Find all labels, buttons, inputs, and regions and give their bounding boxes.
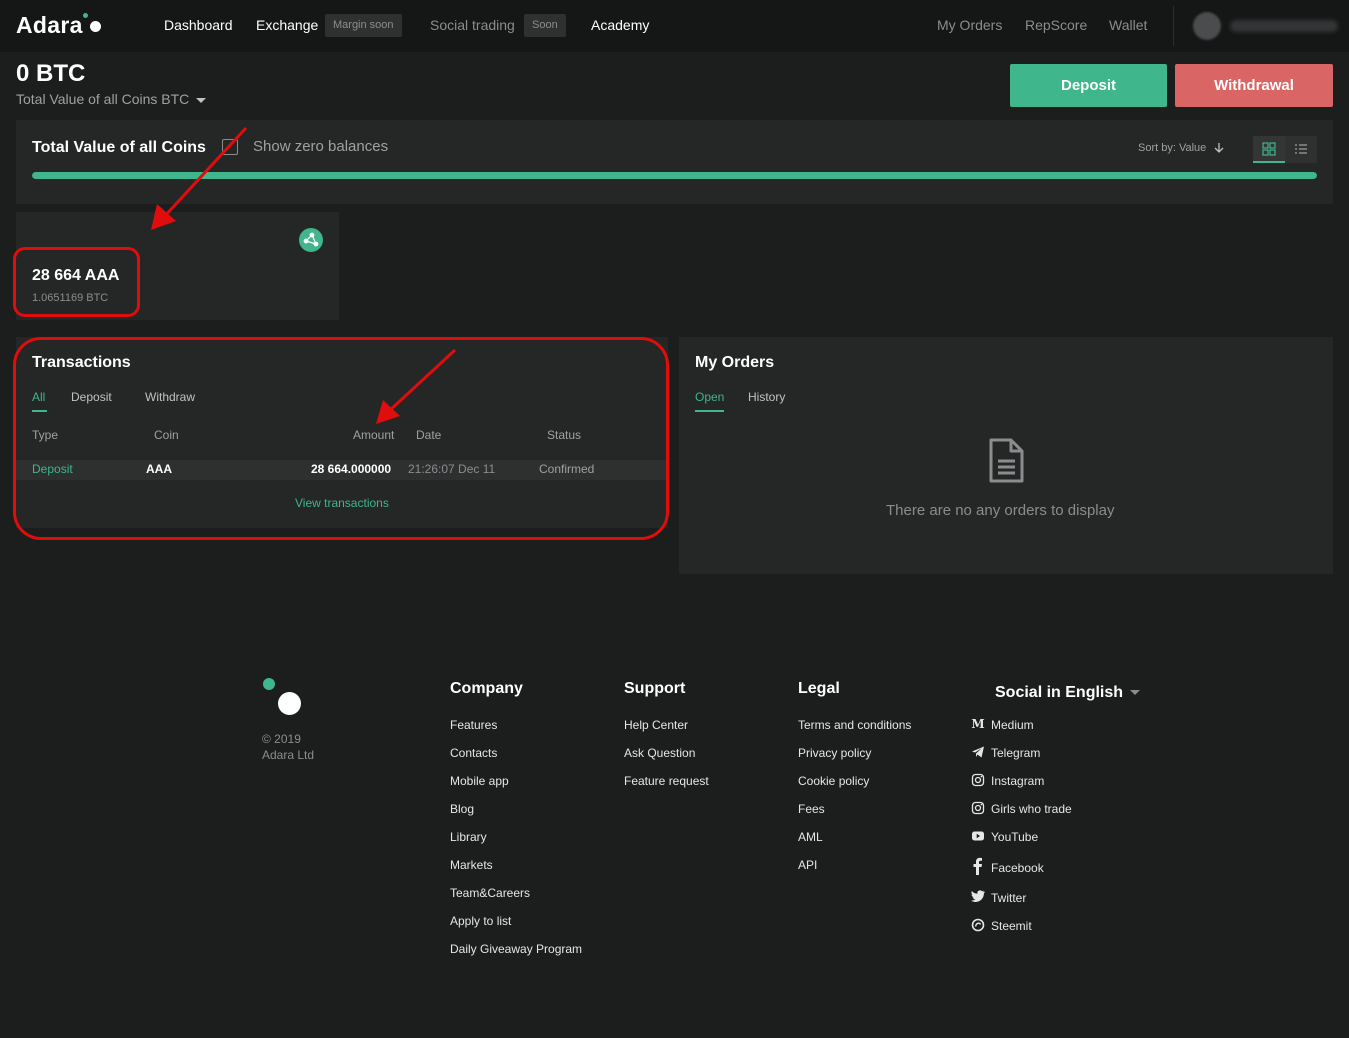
- nav-social-trading[interactable]: Social trading: [430, 17, 515, 33]
- tab-open[interactable]: Open: [695, 390, 724, 404]
- facebook-icon: [973, 857, 982, 875]
- deposit-button[interactable]: Deposit: [1010, 64, 1167, 107]
- footer-link-mobile-app[interactable]: Mobile app: [450, 774, 509, 788]
- twitter-icon: [971, 890, 985, 902]
- nav-academy[interactable]: Academy: [591, 17, 649, 33]
- footer-link-instagram[interactable]: Instagram: [991, 774, 1044, 788]
- no-orders-message: There are no any orders to display: [886, 502, 1115, 519]
- footer-company-title: Company: [450, 680, 523, 697]
- footer-link-steemit[interactable]: Steemit: [991, 919, 1032, 933]
- arrow-down-icon: [1214, 143, 1224, 154]
- balance-subtitle: Total Value of all Coins BTC: [16, 91, 190, 107]
- annotation-box-coin: [13, 247, 140, 317]
- coin-logo-icon: [299, 228, 323, 252]
- my-orders-title: My Orders: [695, 354, 775, 371]
- footer-social-title: Social in English: [995, 684, 1124, 701]
- medium-icon: M: [971, 717, 985, 731]
- footer-logo-dot-big: [278, 692, 301, 715]
- header-divider: [1173, 6, 1174, 46]
- sort-by-label: Sort by: Value: [1138, 142, 1207, 154]
- withdrawal-button[interactable]: Withdrawal: [1175, 64, 1333, 107]
- logo-text: Adara: [16, 12, 83, 38]
- copyright-year: © 2019: [262, 732, 301, 746]
- balance-distribution-bar: [32, 172, 1317, 179]
- footer-logo-dot-small: [263, 678, 275, 690]
- social-language-selector[interactable]: Social in English: [995, 684, 1141, 702]
- logo-dot-big: [90, 21, 101, 32]
- view-toggle: [1253, 136, 1317, 163]
- telegram-icon: [972, 746, 984, 758]
- grid-icon: [1262, 142, 1276, 156]
- footer-link-telegram[interactable]: Telegram: [991, 746, 1040, 760]
- footer-link-feature-request[interactable]: Feature request: [624, 774, 709, 788]
- footer-link-girls-who-trade[interactable]: Girls who trade: [991, 802, 1072, 816]
- user-name-blurred[interactable]: [1230, 20, 1338, 32]
- show-zero-checkbox[interactable]: [222, 139, 238, 155]
- annotation-box-transactions: [13, 337, 669, 540]
- footer-link-apply-to-list[interactable]: Apply to list: [450, 914, 511, 928]
- footer-link-markets[interactable]: Markets: [450, 858, 493, 872]
- chevron-down-icon: [196, 97, 207, 103]
- footer-link-terms[interactable]: Terms and conditions: [798, 718, 911, 732]
- footer-link-aml[interactable]: AML: [798, 830, 823, 844]
- list-view-button[interactable]: [1285, 136, 1317, 163]
- nav-my-orders[interactable]: My Orders: [937, 17, 1002, 33]
- footer-link-blog[interactable]: Blog: [450, 802, 474, 816]
- balance-distribution-fill: [32, 172, 1317, 179]
- footer-link-features[interactable]: Features: [450, 718, 497, 732]
- tab-history[interactable]: History: [748, 390, 785, 404]
- footer-link-api[interactable]: API: [798, 858, 817, 872]
- youtube-icon: [972, 831, 984, 841]
- chevron-down-icon: [1130, 690, 1141, 696]
- list-icon: [1295, 144, 1307, 154]
- sort-by-dropdown[interactable]: Sort by: Value: [1138, 142, 1225, 154]
- footer-link-facebook[interactable]: Facebook: [991, 861, 1044, 875]
- footer-link-ask-question[interactable]: Ask Question: [624, 746, 695, 760]
- adara-logo[interactable]: Adara: [16, 12, 101, 39]
- footer-link-twitter[interactable]: Twitter: [991, 891, 1026, 905]
- document-icon: [989, 438, 1024, 483]
- footer-link-privacy[interactable]: Privacy policy: [798, 746, 871, 760]
- logo-dot-small: [83, 13, 88, 18]
- footer-link-library[interactable]: Library: [450, 830, 487, 844]
- copyright-company: Adara Ltd: [262, 748, 315, 762]
- steemit-icon: [971, 918, 985, 932]
- user-avatar[interactable]: [1193, 12, 1221, 40]
- footer-link-youtube[interactable]: YouTube: [991, 830, 1038, 844]
- footer-link-daily-giveaway[interactable]: Daily Giveaway Program: [450, 942, 582, 956]
- soon-badge: Soon: [524, 14, 566, 37]
- instagram-icon: [971, 773, 985, 787]
- nav-exchange[interactable]: Exchange: [256, 17, 318, 33]
- footer-link-medium[interactable]: Medium: [991, 718, 1034, 732]
- total-value-title: Total Value of all Coins: [32, 139, 206, 156]
- nav-repscore[interactable]: RepScore: [1025, 17, 1087, 33]
- show-zero-label[interactable]: Show zero balances: [253, 138, 388, 155]
- margin-soon-badge: Margin soon: [325, 14, 402, 37]
- footer-link-fees[interactable]: Fees: [798, 802, 825, 816]
- grid-view-button[interactable]: [1253, 136, 1285, 163]
- footer-link-team-careers[interactable]: Team&Careers: [450, 886, 530, 900]
- top-navigation-bar: Adara Dashboard Exchange Margin soon Soc…: [0, 0, 1349, 52]
- footer-link-cookie[interactable]: Cookie policy: [798, 774, 869, 788]
- footer-support-title: Support: [624, 680, 686, 697]
- footer-link-contacts[interactable]: Contacts: [450, 746, 497, 760]
- instagram-icon: [971, 801, 985, 815]
- balance-currency-selector[interactable]: Total Value of all Coins BTC: [16, 91, 207, 107]
- total-value-panel: [16, 120, 1333, 204]
- total-balance: 0 BTC: [16, 60, 86, 87]
- tab-open-indicator: [695, 410, 724, 412]
- footer-link-help-center[interactable]: Help Center: [624, 718, 688, 732]
- footer-legal-title: Legal: [798, 680, 840, 697]
- nav-dashboard[interactable]: Dashboard: [164, 17, 233, 33]
- nav-wallet[interactable]: Wallet: [1109, 17, 1147, 33]
